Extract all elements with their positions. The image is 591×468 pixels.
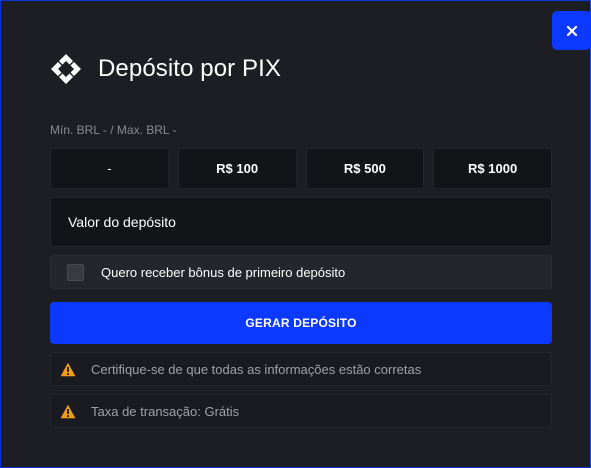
bonus-checkbox[interactable] [67,263,84,281]
notice-verify-info: Certifique-se de que todas as informaçõe… [50,352,552,386]
generate-deposit-button[interactable]: GERAR DEPÓSITO [50,302,552,344]
deposit-value-label: Valor do depósito [68,214,176,230]
bonus-option[interactable]: Quero receber bônus de primeiro depósito [50,255,552,289]
notice-text: Certifique-se de que todas as informaçõe… [91,361,422,377]
close-icon [566,25,577,36]
notice-transaction-fee: Taxa de transação: Grátis [50,394,552,428]
bonus-checkbox-label: Quero receber bônus de primeiro depósito [101,264,346,280]
amount-option-custom[interactable]: - [50,148,169,189]
amount-options: - R$ 100 R$ 500 R$ 1000 [50,148,552,189]
pix-icon [49,53,82,86]
amount-option-500[interactable]: R$ 500 [305,148,425,189]
deposit-modal: Depósito por PIX Mín. BRL - / Max. BRL -… [0,0,591,468]
modal-title: Depósito por PIX [98,55,282,82]
modal-header: Depósito por PIX [49,49,281,89]
notice-text: Taxa de transação: Grátis [91,403,240,419]
warning-icon [60,361,76,377]
deposit-value-input[interactable]: Valor do depósito [50,197,552,247]
close-button[interactable] [552,11,591,50]
amount-option-1000[interactable]: R$ 1000 [433,148,552,189]
deposit-limits: Mín. BRL - / Max. BRL - [50,123,177,137]
amount-option-100[interactable]: R$ 100 [177,148,297,189]
warning-icon [60,403,76,419]
